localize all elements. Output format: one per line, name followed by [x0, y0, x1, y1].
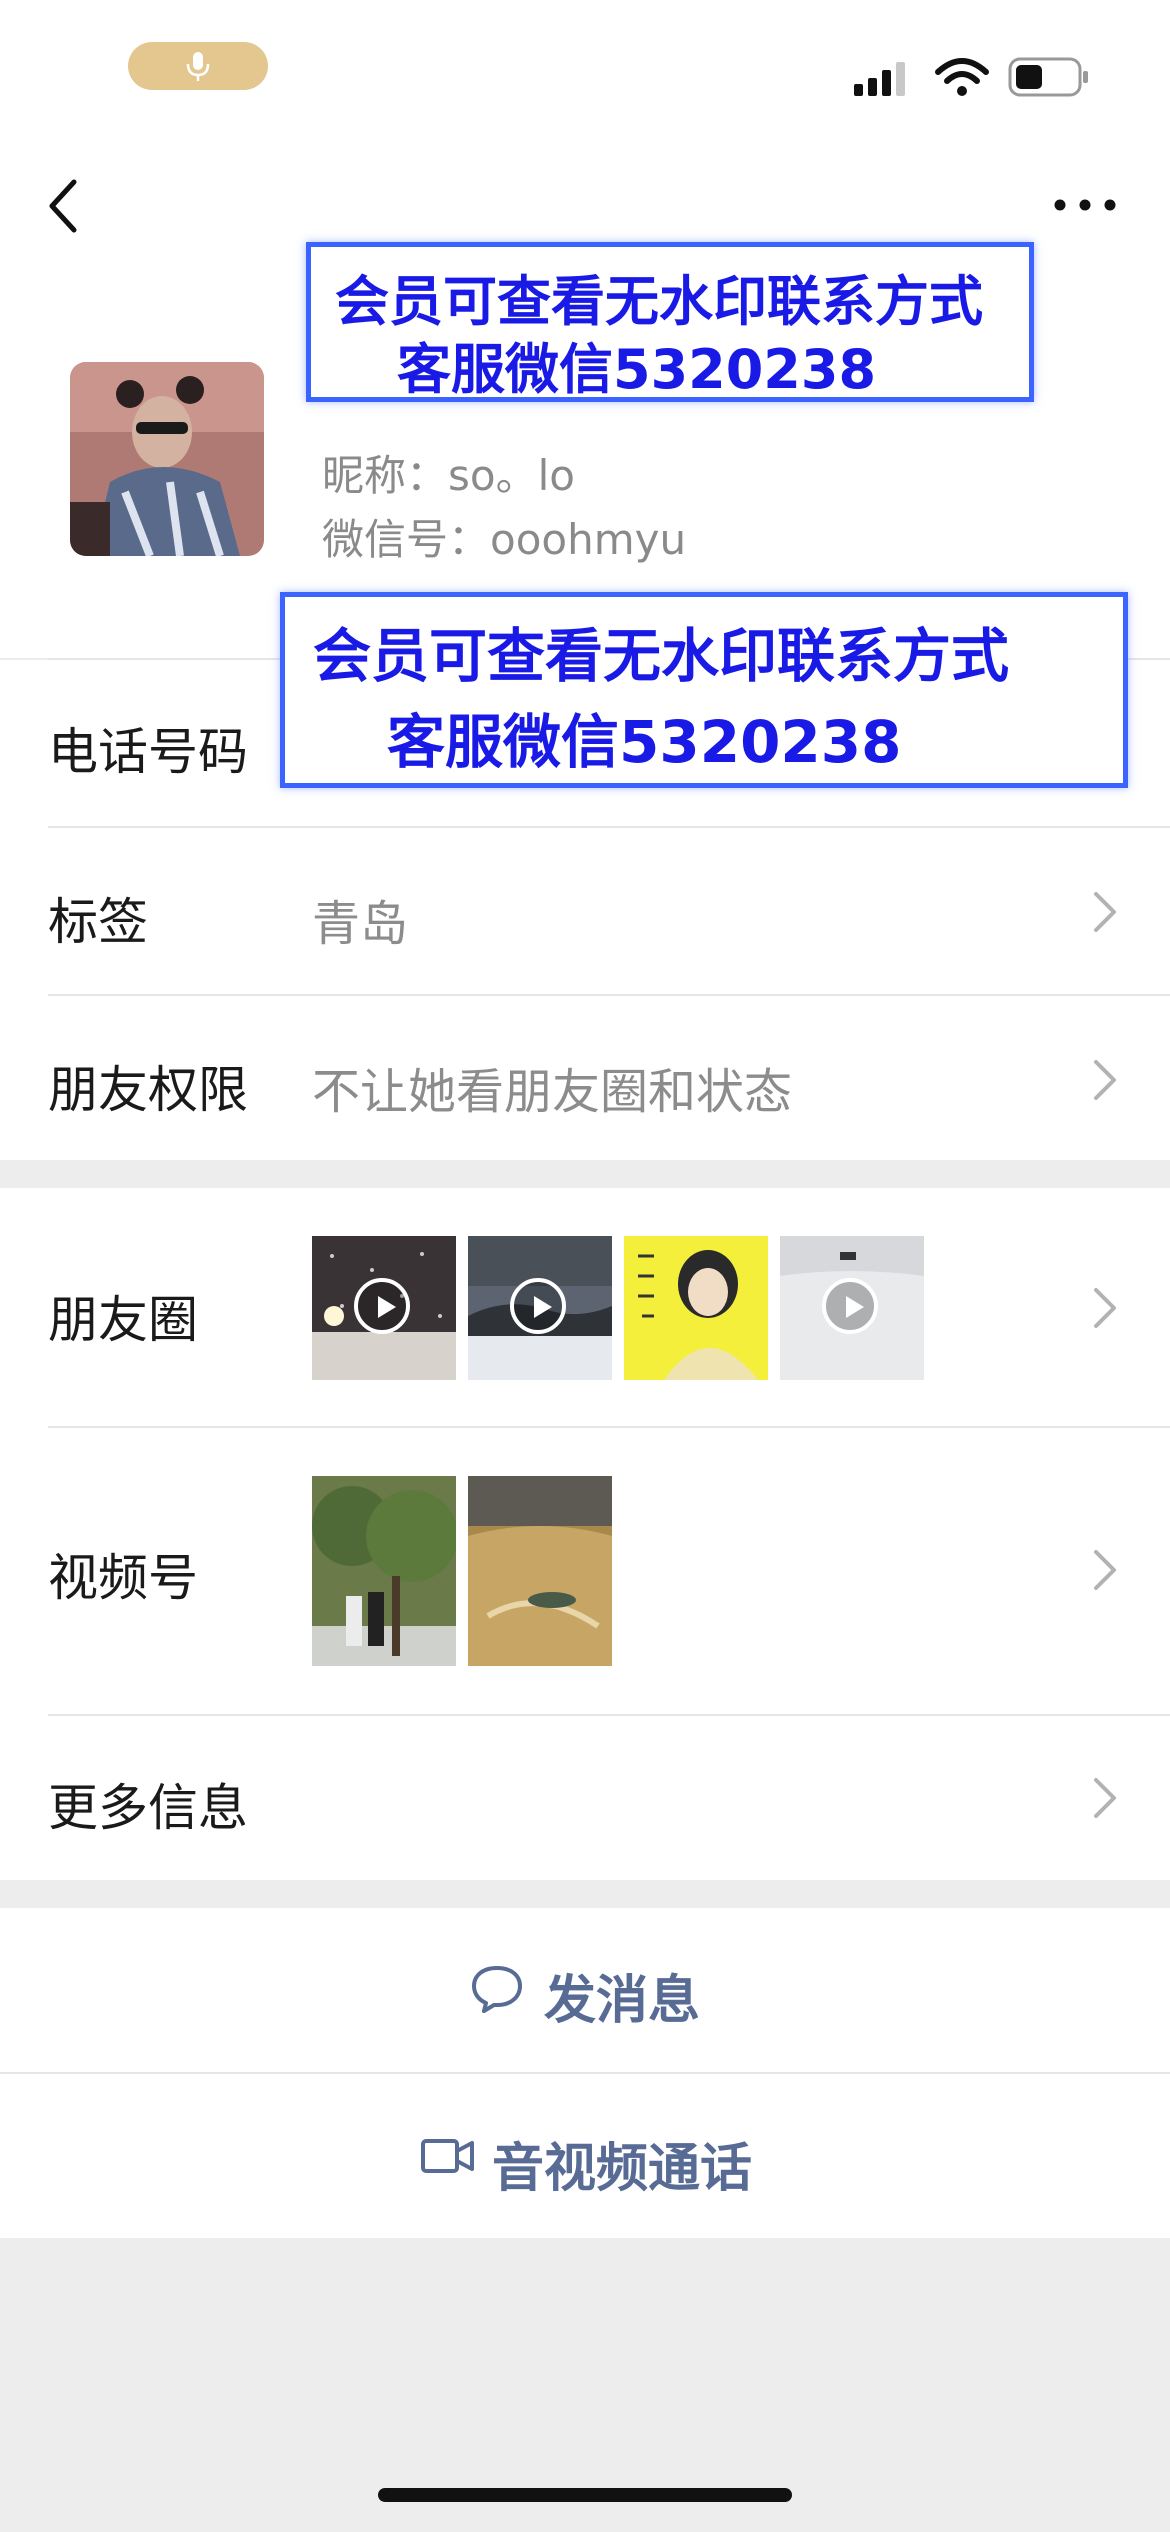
nickname: 昵称：so。lo [322, 451, 575, 500]
play-icon [354, 1278, 410, 1334]
watermark-line2: 客服微信5320238 [387, 708, 902, 776]
cellular-signal-icon [854, 62, 905, 96]
tags-row-value: 青岛 [312, 896, 409, 952]
chevron-right-icon [1094, 1288, 1116, 1328]
permissions-row-value: 不让她看朋友圈和状态 [312, 1064, 793, 1120]
microphone-icon [186, 52, 210, 81]
microphone-indicator [128, 42, 268, 90]
chevron-right-icon [1094, 1060, 1116, 1100]
watermark-bottom: 会员可查看无水印联系方式 客服微信5320238 [280, 592, 1128, 788]
av-call-button[interactable]: 音视频通话 [0, 2074, 1170, 2238]
chevron-right-icon [1094, 892, 1116, 932]
channels-row-label: 视频号 [48, 1549, 198, 1607]
watermark-line2: 客服微信5320238 [397, 338, 877, 401]
moments-thumbnail [780, 1236, 924, 1380]
channels-thumbnail [468, 1476, 612, 1666]
moments-thumbnail [624, 1236, 768, 1380]
moments-row[interactable]: 朋友圈 [0, 1188, 1170, 1426]
moments-row-label: 朋友圈 [48, 1291, 198, 1349]
battery-icon [1008, 57, 1088, 97]
wechat-id: 微信号：ooohmyu [322, 515, 687, 564]
chevron-right-icon [1094, 1550, 1116, 1590]
avatar[interactable] [70, 362, 264, 556]
tags-row[interactable]: 标签 青岛 [0, 828, 1170, 994]
wifi-icon [935, 58, 989, 96]
permissions-row[interactable]: 朋友权限 不让她看朋友圈和状态 [0, 996, 1170, 1160]
permissions-row-label: 朋友权限 [48, 1061, 248, 1119]
chevron-right-icon [1094, 1778, 1116, 1818]
phone-row-label: 电话号码 [48, 723, 248, 781]
chevron-left-icon[interactable] [40, 176, 90, 236]
home-indicator[interactable] [378, 2488, 792, 2502]
more-info-row[interactable]: 更多信息 [0, 1716, 1170, 1880]
video-camera-icon [421, 2139, 474, 2173]
moments-thumbnail [468, 1236, 612, 1380]
moments-thumbnail [312, 1236, 456, 1380]
send-message-button[interactable]: 发消息 [0, 1908, 1170, 2072]
watermark-line1: 会员可查看无水印联系方式 [313, 622, 1010, 690]
play-icon [822, 1278, 878, 1334]
watermark-top: 会员可查看无水印联系方式 客服微信5320238 [306, 242, 1034, 402]
av-call-label: 音视频通话 [492, 2139, 753, 2199]
more-info-row-label: 更多信息 [48, 1779, 248, 1837]
play-icon [510, 1278, 566, 1334]
chat-bubble-icon [472, 1966, 522, 2013]
tags-row-label: 标签 [48, 893, 148, 951]
more-dots-icon[interactable] [1050, 190, 1120, 220]
send-message-label: 发消息 [544, 1971, 701, 2031]
channels-thumbnail [312, 1476, 456, 1666]
channels-row[interactable]: 视频号 [0, 1428, 1170, 1714]
